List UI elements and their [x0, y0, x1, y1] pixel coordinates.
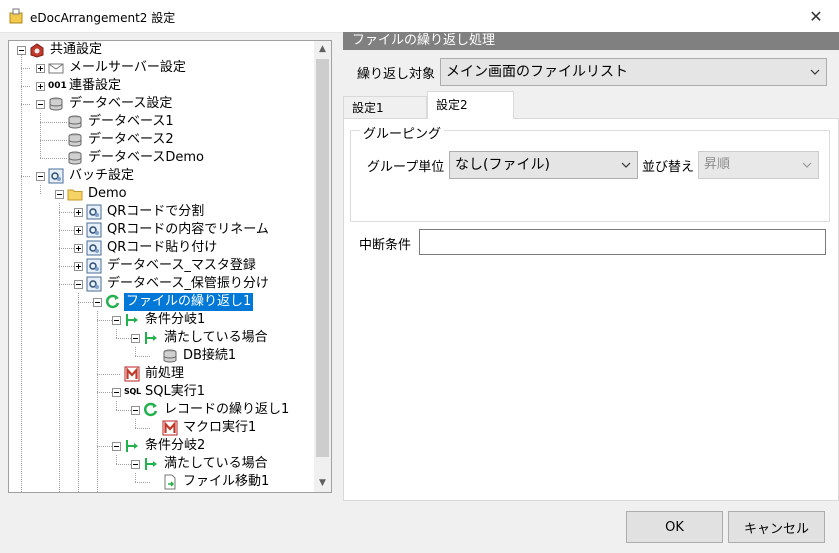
tree-node-batch-settings[interactable]: バッチ設定	[36, 167, 136, 185]
tree-node-qr-paste[interactable]: QRコード貼り付け	[74, 239, 219, 257]
collapse-toggle[interactable]	[36, 171, 45, 181]
tree-node-file-loop-1[interactable]: ファイルの繰り返し1	[93, 293, 254, 311]
tree-node-branch-1-satisfied[interactable]: 満たしている場合	[131, 329, 270, 347]
loop-icon	[143, 402, 158, 417]
tree-node-mail-server[interactable]: メールサーバー設定	[36, 59, 188, 77]
collapse-toggle[interactable]	[55, 189, 64, 199]
database-icon	[163, 349, 177, 363]
loop-icon	[105, 294, 120, 309]
scroll-down-arrow-icon[interactable]: ▼	[314, 475, 331, 492]
tree-node-demo[interactable]: Demo	[55, 185, 129, 203]
expand-toggle[interactable]	[74, 207, 83, 217]
mail-icon	[48, 63, 64, 74]
tree-node-db-storage[interactable]: データベース_保管振り分け	[74, 275, 271, 293]
collapse-toggle[interactable]	[131, 333, 140, 343]
tree-node-branch-2-satisfied[interactable]: 満たしている場合	[131, 455, 270, 473]
close-button[interactable]: ✕	[793, 0, 839, 33]
target-select[interactable]: メイン画面のファイルリスト	[440, 58, 827, 86]
tree-node-database-2[interactable]: データベース2	[67, 131, 176, 149]
macro-icon	[162, 420, 178, 436]
batch-icon	[86, 258, 102, 274]
tree-scrollbar[interactable]: ▲ ▼	[314, 41, 331, 492]
batch-icon	[86, 240, 102, 256]
settings-tree[interactable]: 共通設定 メールサーバー設定 001 連番設定 データベース設定 データベース1…	[8, 40, 332, 493]
tree-node-database-1[interactable]: データベース1	[67, 113, 176, 131]
folder-icon	[67, 189, 83, 201]
collapse-toggle[interactable]	[93, 297, 102, 307]
tree-node-db-master[interactable]: データベース_マスタ登録	[74, 257, 258, 275]
tree-node-db-connect-1[interactable]: DB接続1	[162, 347, 238, 365]
tree-node-preprocess[interactable]: 前処理	[124, 365, 186, 383]
sort-select[interactable]: 昇順	[698, 151, 819, 179]
title-bar: eDocArrangement2 設定 ✕	[0, 0, 839, 33]
batch-icon	[86, 276, 102, 292]
tree-node-database-demo[interactable]: データベースDemo	[67, 149, 206, 167]
target-label: 繰り返し対象	[357, 67, 436, 82]
abort-condition-input[interactable]	[419, 229, 826, 255]
expand-toggle[interactable]	[74, 243, 83, 253]
database-icon	[68, 115, 82, 129]
scroll-up-arrow-icon[interactable]: ▲	[314, 41, 331, 58]
close-icon: ✕	[809, 7, 823, 26]
sql-icon: SQL	[124, 387, 141, 396]
batch-icon	[86, 204, 102, 220]
batch-icon	[48, 168, 64, 184]
collapse-toggle[interactable]	[112, 441, 121, 451]
tree-node-qr-rename[interactable]: QRコードの内容でリネーム	[74, 221, 271, 239]
tree-node-macro-exec-1[interactable]: マクロ実行1	[162, 419, 258, 437]
tree-node-file-move-1[interactable]: ファイル移動1	[162, 473, 271, 491]
branch-icon	[126, 314, 138, 326]
group-unit-label: グループ単位	[367, 160, 445, 175]
tree-node-serial-number[interactable]: 001 連番設定	[36, 77, 123, 95]
collapse-toggle[interactable]	[131, 405, 140, 415]
group-unit-select[interactable]: なし(ファイル)	[449, 151, 638, 179]
tree-node-record-loop-1[interactable]: レコードの繰り返し1	[131, 401, 291, 419]
sort-label: 並び替え	[642, 160, 695, 175]
abort-condition-label: 中断条件	[359, 238, 412, 253]
branch-icon	[126, 440, 138, 452]
chevron-down-icon	[619, 152, 633, 178]
database-icon	[49, 97, 63, 111]
tab-settings-1[interactable]: 設定1	[343, 96, 427, 118]
expand-toggle[interactable]	[36, 81, 45, 91]
ok-button[interactable]: OK	[626, 511, 723, 543]
chevron-down-icon	[808, 59, 822, 85]
collapse-toggle[interactable]	[74, 279, 83, 289]
tree-node-database-settings[interactable]: データベース設定	[36, 95, 174, 113]
tree-node-common-settings[interactable]: 共通設定	[17, 41, 104, 59]
tree-node-qr-split[interactable]: QRコードで分割	[74, 203, 206, 221]
tree-node-sql-exec-1[interactable]: SQL SQL実行1	[112, 383, 207, 401]
macro-icon	[124, 366, 140, 382]
collapse-toggle[interactable]	[131, 459, 140, 469]
expand-toggle[interactable]	[74, 261, 83, 271]
number-icon: 001	[48, 81, 67, 91]
file-move-icon	[164, 474, 176, 490]
branch-icon	[145, 332, 157, 344]
panel-header: ファイルの繰り返し処理	[343, 32, 839, 50]
tree-node-branch-2[interactable]: 条件分岐2	[112, 437, 207, 455]
app-icon	[9, 8, 23, 24]
expand-toggle[interactable]	[74, 225, 83, 235]
grouping-title: グルーピング	[360, 123, 445, 142]
batch-icon	[86, 222, 102, 238]
collapse-toggle[interactable]	[36, 99, 45, 109]
database-icon	[68, 133, 82, 147]
collapse-toggle[interactable]	[112, 315, 121, 325]
database-icon	[68, 151, 82, 165]
window-title: eDocArrangement2 設定	[30, 11, 176, 25]
branch-icon	[145, 458, 157, 470]
expand-toggle[interactable]	[36, 63, 45, 73]
chevron-down-icon	[800, 152, 814, 178]
scroll-thumb[interactable]	[316, 59, 329, 457]
collapse-toggle[interactable]	[112, 387, 121, 397]
collapse-toggle[interactable]	[17, 45, 26, 55]
tree-node-branch-1[interactable]: 条件分岐1	[112, 311, 207, 329]
cancel-button[interactable]: キャンセル	[728, 511, 825, 543]
tab-settings-2[interactable]: 設定2	[427, 91, 514, 119]
gear-box-icon	[30, 43, 44, 58]
